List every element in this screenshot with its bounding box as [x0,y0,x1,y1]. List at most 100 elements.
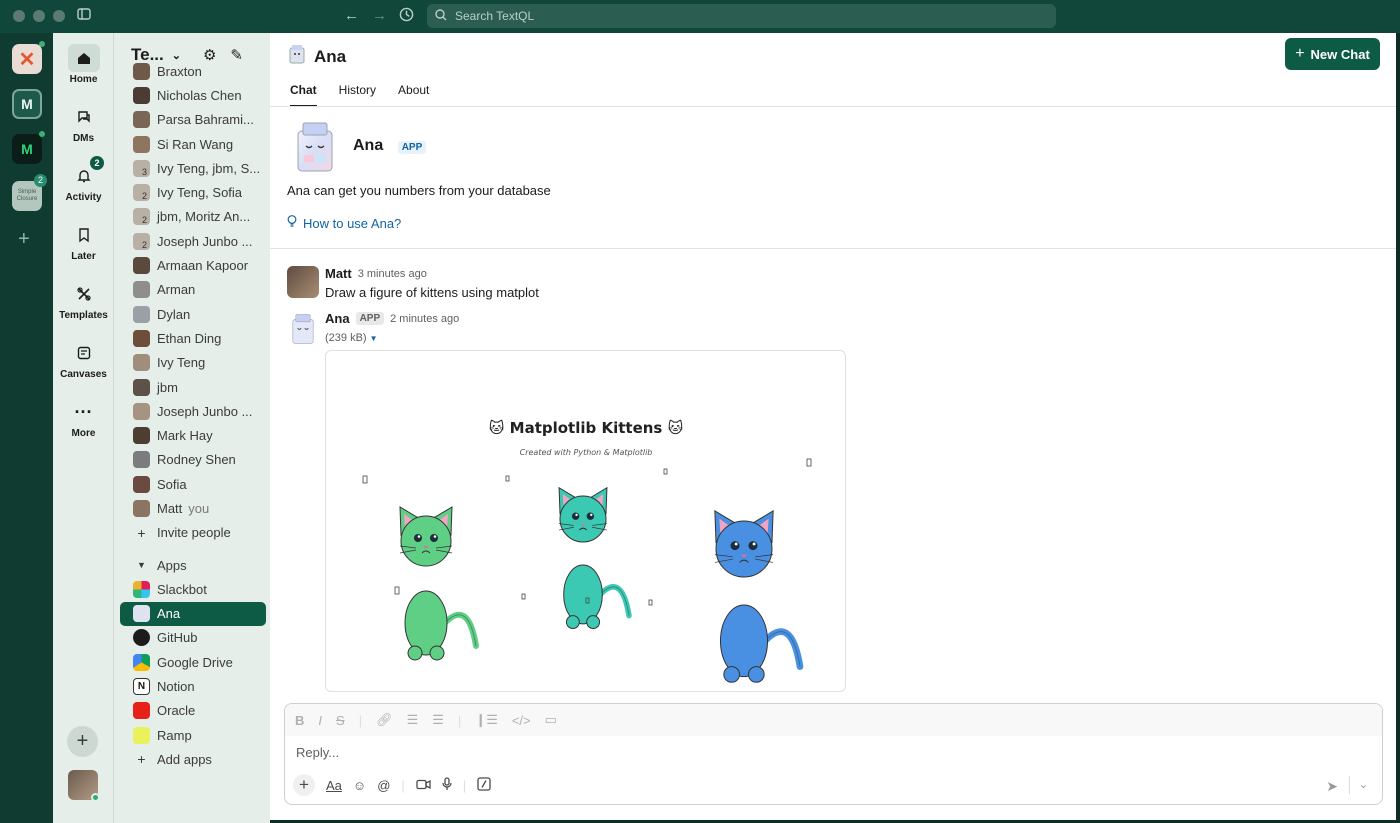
dm-avatar [133,354,150,372]
new-chat-button[interactable]: + New Chat [1285,38,1380,70]
matt-avatar[interactable] [287,266,319,298]
dm-item[interactable]: Braxton [120,59,266,83]
app-item-google-drive[interactable]: Google Drive [120,650,266,674]
dm-item[interactable]: Arman [120,278,266,302]
app-item-ana[interactable]: Ana [120,601,266,626]
add-attachment-button[interactable]: + [293,774,315,796]
dm-item-self[interactable]: Matt you [120,496,266,520]
italic-icon[interactable]: I [318,713,322,728]
search-input[interactable]: Search TextQL [427,4,1056,28]
author-name[interactable]: Ana [325,311,350,326]
microphone-icon[interactable] [442,776,452,794]
blockquote-icon[interactable]: ❙☰ [475,712,498,728]
dm-item[interactable]: 2 Ivy Teng, Sofia [120,180,266,204]
workspace-mx-green[interactable]: M [12,134,42,164]
maximize-window-button[interactable] [53,10,65,22]
rail-dms[interactable]: DMs [53,103,114,144]
workspace-textql[interactable]: ✕ [12,44,42,74]
back-arrow-icon[interactable]: ← [344,7,359,24]
sparkle-mark [394,586,400,595]
ordered-list-icon[interactable]: ☰ [407,712,419,728]
forward-arrow-icon[interactable]: → [372,7,387,24]
rail-later[interactable]: Later [53,221,114,262]
tab-history[interactable]: History [339,83,376,107]
app-label: Ana [157,606,181,622]
plus-icon: + [1295,45,1305,62]
link-icon[interactable]: 🔗︎ [376,712,393,728]
app-item-oracle[interactable]: Oracle [120,699,266,723]
author-name[interactable]: Matt [325,266,352,281]
invite-people-button[interactable]: + Invite people [120,521,266,545]
app-label: Oracle [157,703,196,719]
dm-item[interactable]: Parsa Bahrami... [120,108,266,132]
title-bar: ← → Search TextQL [0,0,1400,33]
close-window-button[interactable] [13,10,25,22]
send-options-chevron-icon[interactable]: ⌄ [1359,778,1368,791]
attachment-size[interactable]: (239 kB) ▼ [325,332,378,344]
lightbulb-icon [287,215,297,231]
dm-item[interactable]: Dylan [120,302,266,326]
send-icon[interactable]: ➤ [1326,778,1338,795]
rail-home[interactable]: Home [53,44,114,85]
dm-item[interactable]: Si Ran Wang [120,132,266,156]
dm-item[interactable]: Rodney Shen [120,448,266,472]
code-block-icon[interactable]: ▭ [545,712,557,728]
bullet-list-icon[interactable]: ☰ [432,712,444,728]
minimize-window-button[interactable] [33,10,45,22]
dm-item[interactable]: Ivy Teng [120,351,266,375]
dm-item[interactable]: Joseph Junbo ... [120,399,266,423]
bold-icon[interactable]: B [295,713,304,728]
app-item-github[interactable]: GitHub [120,626,266,650]
page-title: Ana [288,44,346,69]
rail-canvases[interactable]: Canvases [53,339,114,380]
add-workspace-icon[interactable]: + [18,228,30,251]
app-badge: APP [397,141,427,154]
timestamp[interactable]: 3 minutes ago [358,268,427,280]
dm-item[interactable]: Sofia [120,472,266,496]
rail-activity[interactable]: Activity 2 [53,156,114,203]
notion-icon: N [133,678,150,696]
video-icon[interactable] [416,778,431,793]
dm-item[interactable]: 2 Joseph Junbo ... [120,229,266,253]
search-icon [435,8,447,24]
dm-item[interactable]: jbm [120,375,266,399]
code-icon[interactable]: </> [512,713,531,728]
plus-icon: + [137,751,146,768]
create-new-button[interactable]: + [67,726,98,757]
formatting-toggle-icon[interactable]: Aa [326,778,342,793]
app-item-notion[interactable]: N Notion [120,674,266,698]
tab-bar: Chat History About [290,83,429,107]
emoji-icon[interactable]: ☺ [353,778,366,793]
dm-item[interactable]: Ethan Ding [120,326,266,350]
group-count: 2 [142,191,148,202]
ana-avatar[interactable] [288,313,320,345]
search-placeholder: Search TextQL [455,9,535,23]
dm-item[interactable]: Armaan Kapoor [120,253,266,277]
how-to-link[interactable]: How to use Ana? [287,215,401,231]
sidebar-toggle-icon[interactable] [77,7,91,25]
timestamp[interactable]: 2 minutes ago [390,313,459,325]
add-apps-button[interactable]: + Add apps [120,747,266,771]
workspace-mx[interactable]: M [12,89,42,119]
rail-templates[interactable]: Templates [53,280,114,321]
dm-avatar [133,111,150,129]
tab-about[interactable]: About [398,83,429,107]
app-item-ramp[interactable]: Ramp [120,723,266,747]
apps-section-header[interactable]: ▼ Apps [120,553,266,577]
dm-avatar: 2 [133,184,150,202]
history-clock-icon[interactable] [399,7,414,26]
dm-avatar [133,378,150,396]
dm-item[interactable]: Mark Hay [120,423,266,447]
rail-more[interactable]: ··· More [53,398,114,440]
dm-item[interactable]: Nicholas Chen [120,83,266,107]
kittens-figure-image[interactable]: 🐱 Matplotlib Kittens 🐱 Created with Pyth… [325,350,846,692]
dm-item[interactable]: 3 Ivy Teng, jbm, S... [120,156,266,180]
mention-icon[interactable]: @ [377,778,390,793]
dm-label: Mark Hay [157,428,213,444]
tab-chat[interactable]: Chat [290,83,317,107]
dm-item[interactable]: 2 jbm, Moritz An... [120,205,266,229]
reply-input[interactable]: Reply... [296,745,339,760]
app-item-slackbot[interactable]: Slackbot [120,577,266,601]
strikethrough-icon[interactable]: S [336,713,345,728]
slash-command-icon[interactable] [477,776,491,794]
